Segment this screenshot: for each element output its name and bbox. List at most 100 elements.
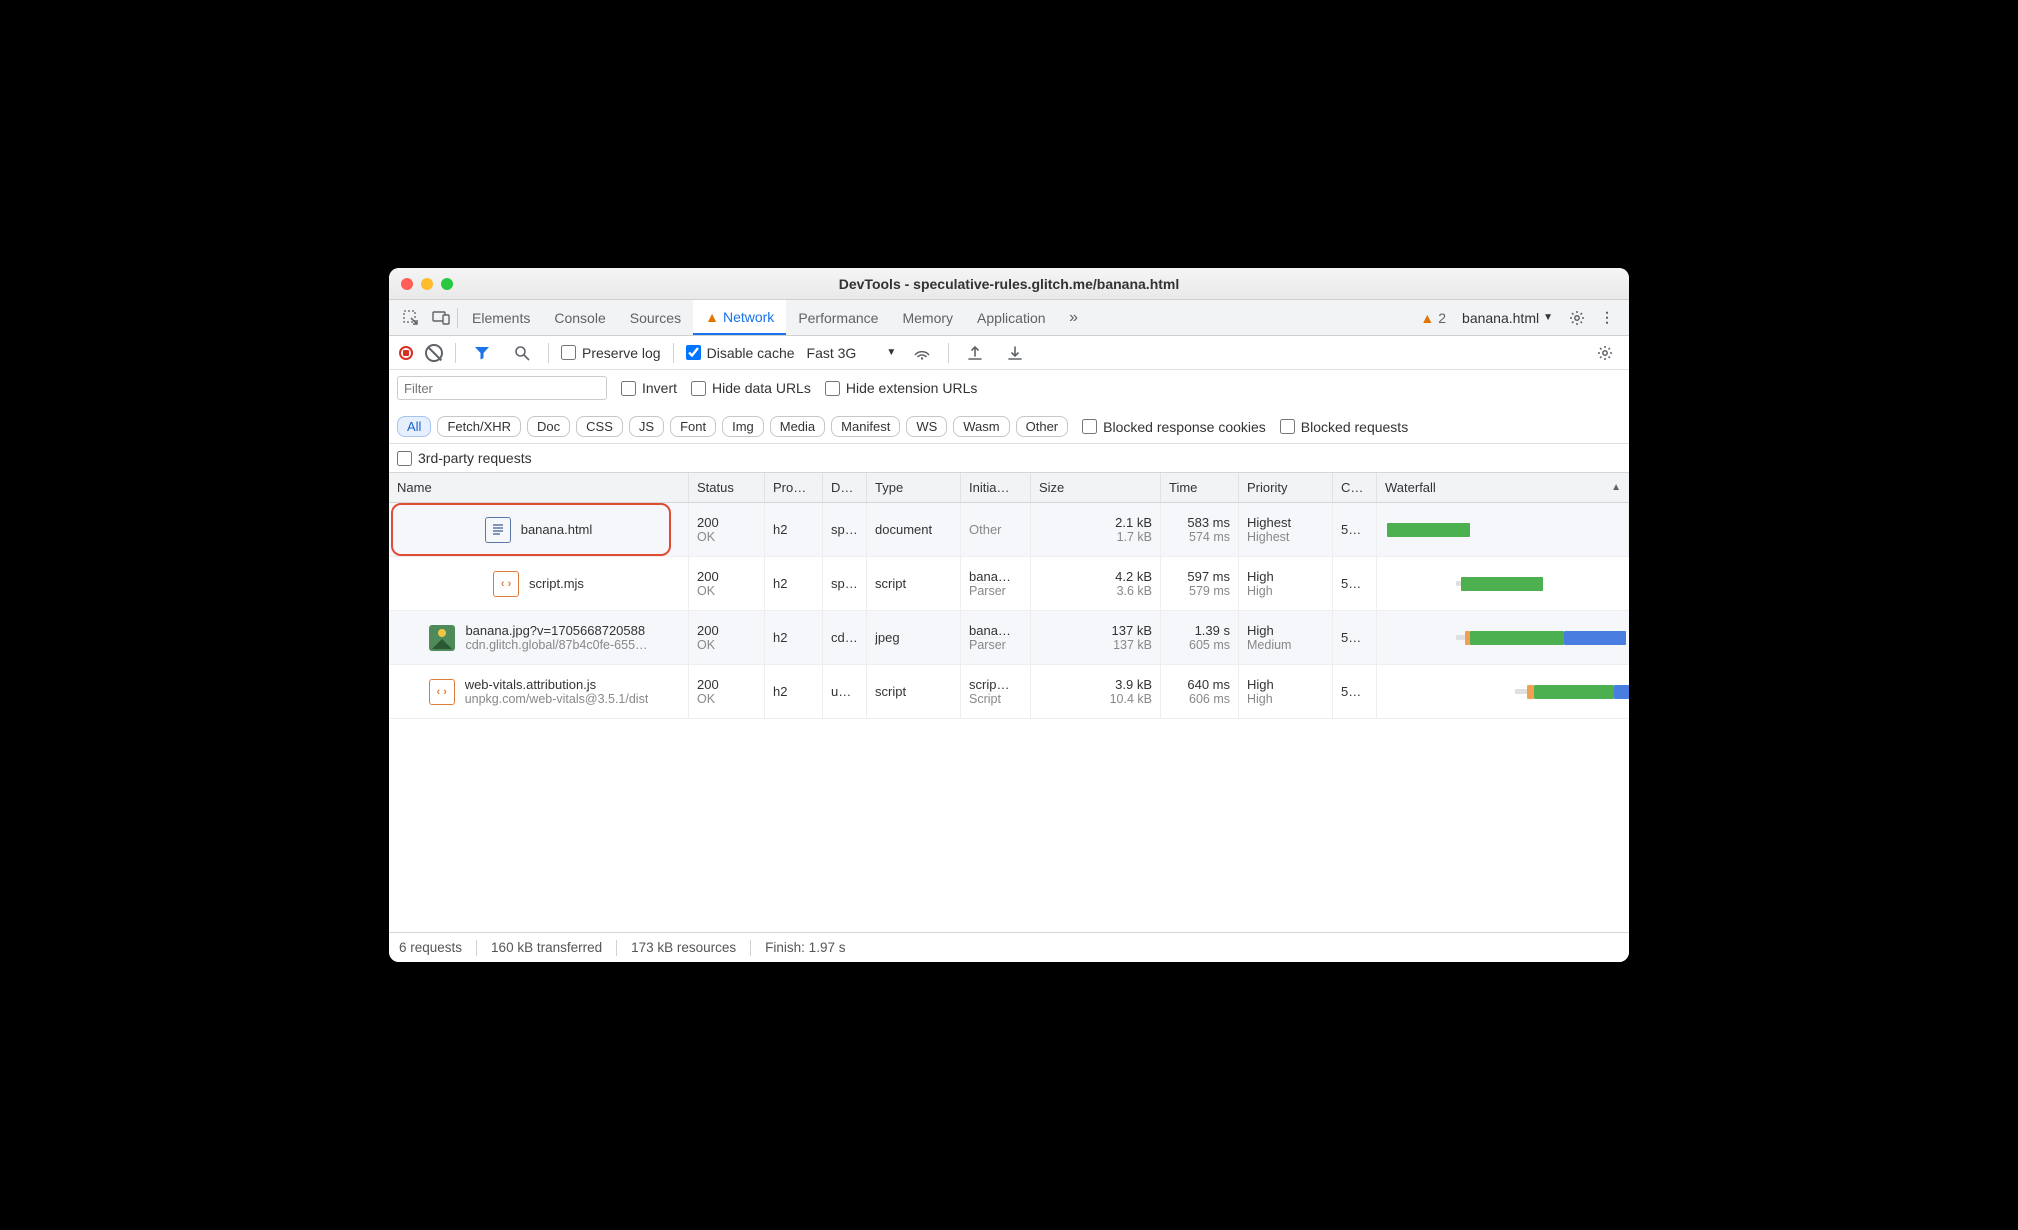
window-title: DevTools - speculative-rules.glitch.me/b…	[389, 276, 1629, 292]
grid-body[interactable]: banana.html200OKh2sp…documentOther2.1 kB…	[389, 503, 1629, 932]
panel-settings-icon[interactable]	[1591, 339, 1619, 367]
tab-performance[interactable]: Performance	[786, 300, 890, 335]
separator	[948, 343, 949, 363]
type-pill-font[interactable]: Font	[670, 416, 716, 437]
col-name[interactable]: Name	[389, 473, 689, 502]
hide-extension-urls-checkbox[interactable]: Hide extension URLs	[825, 380, 978, 396]
clear-button[interactable]	[425, 344, 443, 362]
titlebar: DevTools - speculative-rules.glitch.me/b…	[389, 268, 1629, 300]
blocked-requests-checkbox[interactable]: Blocked requests	[1280, 419, 1408, 435]
filter-bar: Invert Hide data URLs Hide extension URL…	[389, 370, 1629, 444]
hide-data-label: Hide data URLs	[712, 380, 811, 396]
network-toolbar: Preserve log Disable cache Fast 3G ▼	[389, 336, 1629, 370]
image-icon	[429, 625, 455, 651]
network-conditions-icon[interactable]	[908, 339, 936, 367]
separator	[457, 308, 458, 328]
request-name: banana.html	[521, 522, 593, 537]
inspect-icon[interactable]	[397, 304, 425, 332]
warning-count: 2	[1438, 310, 1446, 326]
tab-label: Console	[554, 310, 605, 326]
tab-label: Memory	[902, 310, 953, 326]
type-pill-css[interactable]: CSS	[576, 416, 623, 437]
tab-elements[interactable]: Elements	[460, 300, 542, 335]
hide-data-urls-checkbox[interactable]: Hide data URLs	[691, 380, 811, 396]
request-domain: cdn.glitch.global/87b4c0fe-655…	[465, 638, 647, 652]
invert-checkbox[interactable]: Invert	[621, 380, 677, 396]
tab-network[interactable]: ▲Network	[693, 300, 786, 335]
grid-header: Name Status Pro… D… Type Initia… Size Ti…	[389, 473, 1629, 503]
hide-ext-label: Hide extension URLs	[846, 380, 978, 396]
preserve-log-checkbox[interactable]: Preserve log	[561, 345, 661, 361]
filter-input[interactable]	[397, 376, 607, 400]
type-filter-pills: All Fetch/XHR Doc CSS JS Font Img Media Manifest…	[397, 416, 1068, 437]
status-requests: 6 requests	[399, 940, 462, 955]
network-grid: Name Status Pro… D… Type Initia… Size Ti…	[389, 473, 1629, 932]
type-pill-ws[interactable]: WS	[906, 416, 947, 437]
type-pill-js[interactable]: JS	[629, 416, 664, 437]
status-transferred: 160 kB transferred	[491, 940, 602, 955]
script-icon: ‹ ›	[493, 571, 519, 597]
target-name: banana.html	[1462, 310, 1539, 326]
separator	[548, 343, 549, 363]
type-pill-all[interactable]: All	[397, 416, 431, 437]
filter-toggle-icon[interactable]	[468, 339, 496, 367]
tab-console[interactable]: Console	[542, 300, 617, 335]
disable-cache-checkbox[interactable]: Disable cache	[686, 345, 795, 361]
tab-memory[interactable]: Memory	[890, 300, 965, 335]
device-mode-icon[interactable]	[427, 304, 455, 332]
warnings-badge[interactable]: ▲ 2	[1414, 310, 1452, 326]
warning-icon: ▲	[705, 309, 719, 325]
kebab-menu-icon[interactable]: ⋮	[1593, 304, 1621, 332]
import-har-icon[interactable]	[1001, 339, 1029, 367]
tab-label: Network	[723, 309, 774, 325]
preserve-log-label: Preserve log	[582, 345, 661, 361]
sort-indicator-icon: ▲	[1611, 482, 1621, 493]
table-row[interactable]: ‹ ›script.mjs200OKh2sp…scriptbana…Parser…	[389, 557, 1629, 611]
table-row[interactable]: banana.jpg?v=1705668720588cdn.glitch.glo…	[389, 611, 1629, 665]
settings-icon[interactable]	[1563, 304, 1591, 332]
col-domain[interactable]: D…	[823, 473, 867, 502]
table-row[interactable]: ‹ ›web-vitals.attribution.jsunpkg.com/we…	[389, 665, 1629, 719]
col-status[interactable]: Status	[689, 473, 765, 502]
tab-label: Elements	[472, 310, 530, 326]
more-tabs-icon[interactable]: »	[1060, 304, 1088, 332]
blocked-req-label: Blocked requests	[1301, 419, 1408, 435]
type-pill-media[interactable]: Media	[770, 416, 825, 437]
col-time[interactable]: Time	[1161, 473, 1239, 502]
document-icon	[485, 517, 511, 543]
tab-sources[interactable]: Sources	[618, 300, 693, 335]
blocked-cookies-checkbox[interactable]: Blocked response cookies	[1082, 419, 1266, 435]
table-row[interactable]: banana.html200OKh2sp…documentOther2.1 kB…	[389, 503, 1629, 557]
main-tabs: Elements Console Sources ▲Network Performanc…	[389, 300, 1629, 336]
type-pill-doc[interactable]: Doc	[527, 416, 570, 437]
col-size[interactable]: Size	[1031, 473, 1161, 502]
record-button[interactable]	[399, 346, 413, 360]
export-har-icon[interactable]	[961, 339, 989, 367]
status-resources: 173 kB resources	[631, 940, 736, 955]
type-pill-wasm[interactable]: Wasm	[953, 416, 1009, 437]
search-icon[interactable]	[508, 339, 536, 367]
type-pill-other[interactable]: Other	[1016, 416, 1069, 437]
separator	[455, 343, 456, 363]
request-domain: unpkg.com/web-vitals@3.5.1/dist	[465, 692, 649, 706]
tab-label: Sources	[630, 310, 681, 326]
throttling-value: Fast 3G	[807, 345, 857, 361]
col-initiator[interactable]: Initia…	[961, 473, 1031, 502]
col-protocol[interactable]: Pro…	[765, 473, 823, 502]
disable-cache-label: Disable cache	[707, 345, 795, 361]
type-pill-fetchxhr[interactable]: Fetch/XHR	[437, 416, 521, 437]
script-icon: ‹ ›	[429, 679, 455, 705]
third-party-checkbox[interactable]: 3rd-party requests	[397, 450, 1621, 466]
type-pill-img[interactable]: Img	[722, 416, 764, 437]
tab-label: Performance	[798, 310, 878, 326]
invert-label: Invert	[642, 380, 677, 396]
chevron-down-icon: ▼	[886, 347, 896, 358]
col-priority[interactable]: Priority	[1239, 473, 1333, 502]
col-type[interactable]: Type	[867, 473, 961, 502]
type-pill-manifest[interactable]: Manifest	[831, 416, 900, 437]
target-dropdown[interactable]: banana.html ▼	[1454, 310, 1561, 326]
tab-application[interactable]: Application	[965, 300, 1058, 335]
col-waterfall[interactable]: Waterfall▲	[1377, 473, 1629, 502]
col-connection[interactable]: C…	[1333, 473, 1377, 502]
throttling-dropdown[interactable]: Fast 3G ▼	[807, 345, 897, 361]
